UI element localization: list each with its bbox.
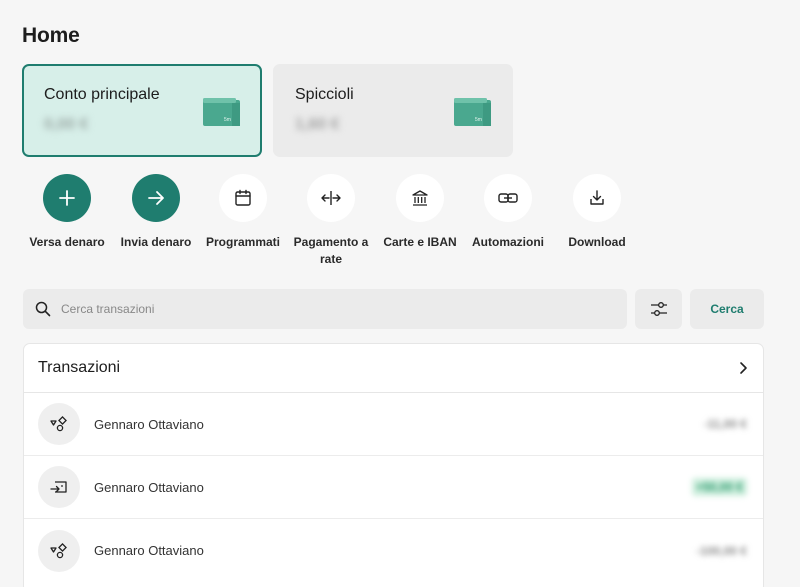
search-bar <box>23 289 627 329</box>
transaction-name: Gennaro Ottaviano <box>94 479 204 495</box>
action-programmati[interactable]: Programmati <box>198 174 288 251</box>
action-label: Download <box>568 235 626 249</box>
transaction-icon <box>38 403 80 445</box>
transaction-amount: +50,00 € <box>691 478 747 496</box>
account-card-conto-principale[interactable]: Conto principale 0,00 € 5m <box>22 64 262 157</box>
action-label: Invia denaro <box>120 235 192 249</box>
action-pagamento-a-rate[interactable]: Pagamento a rate <box>286 174 376 268</box>
transfer-in-icon <box>50 481 67 493</box>
search-input[interactable] <box>61 302 581 316</box>
wallet-icon: 5m <box>203 98 240 126</box>
transaction-name: Gennaro Ottaviano <box>94 543 204 558</box>
transaction-amount: -100,00 € <box>696 543 747 558</box>
search-icon <box>35 301 51 317</box>
download-icon <box>590 190 604 205</box>
action-circle[interactable] <box>132 174 180 222</box>
action-label: Programmati <box>205 235 281 249</box>
shapes-icon <box>50 542 67 558</box>
transaction-amount: -11,00 € <box>703 417 747 431</box>
plus-icon <box>59 190 75 206</box>
arrow-right-icon <box>148 191 164 205</box>
action-circle[interactable] <box>219 174 267 222</box>
transaction-row[interactable]: Gennaro Ottaviano -100,00 € <box>24 519 763 582</box>
calendar-icon <box>235 189 251 206</box>
page-title: Home <box>22 24 80 47</box>
sliders-icon <box>650 302 667 316</box>
action-label: Pagamento a rate <box>293 235 369 266</box>
action-versa-denaro[interactable]: Versa denaro <box>22 174 112 251</box>
action-label: Automazioni <box>472 235 544 249</box>
transactions-panel: Transazioni Gennaro Ottaviano -11,00 € G… <box>23 343 764 587</box>
split-arrows-icon <box>321 191 341 205</box>
transaction-row[interactable]: Gennaro Ottaviano +50,00 € <box>24 456 763 519</box>
action-automazioni[interactable]: Automazioni <box>463 174 553 251</box>
action-label: Versa denaro <box>29 235 105 249</box>
transactions-header[interactable]: Transazioni <box>24 344 763 393</box>
account-card-spiccioli[interactable]: Spiccioli 1,60 € 5m <box>273 64 513 157</box>
action-download[interactable]: Download <box>552 174 642 251</box>
transaction-icon <box>38 529 80 572</box>
link-icon <box>498 193 518 203</box>
action-circle[interactable] <box>307 174 355 222</box>
transaction-icon <box>38 466 80 508</box>
bank-icon <box>412 190 428 206</box>
filter-button[interactable] <box>635 289 682 329</box>
action-carte-e-iban[interactable]: Carte e IBAN <box>375 174 465 251</box>
action-label: Carte e IBAN <box>383 235 457 249</box>
svg-text:5m: 5m <box>224 117 231 123</box>
cerca-button[interactable]: Cerca <box>690 289 764 329</box>
chevron-right-icon <box>740 362 747 374</box>
action-circle[interactable] <box>43 174 91 222</box>
action-circle[interactable] <box>396 174 444 222</box>
action-circle[interactable] <box>484 174 532 222</box>
svg-text:5m: 5m <box>475 117 482 123</box>
transactions-title: Transazioni <box>38 359 121 376</box>
action-circle[interactable] <box>573 174 621 222</box>
wallet-icon: 5m <box>454 98 491 126</box>
quick-actions: Versa denaro Invia denaro Programmati Pa… <box>22 174 642 274</box>
action-invia-denaro[interactable]: Invia denaro <box>111 174 201 251</box>
transaction-name: Gennaro Ottaviano <box>94 416 204 432</box>
transaction-row[interactable]: Gennaro Ottaviano -11,00 € <box>24 393 763 456</box>
shapes-icon <box>50 416 67 432</box>
